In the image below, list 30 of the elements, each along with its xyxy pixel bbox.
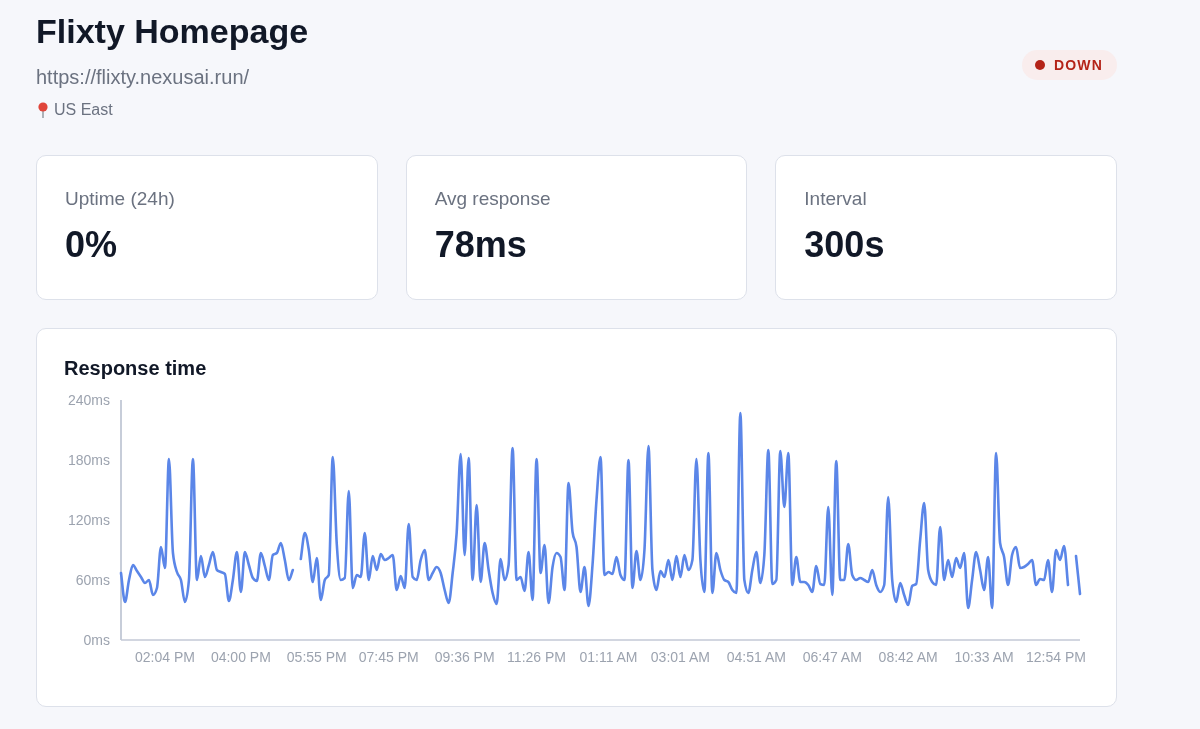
stat-value: 300s xyxy=(804,224,886,266)
y-axis-label: 240ms xyxy=(67,392,110,408)
y-axis-label: 0ms xyxy=(83,632,110,648)
x-axis-label: 08:42 AM xyxy=(878,649,938,665)
x-axis-label: 01:11 AM xyxy=(579,649,638,665)
x-axis-label: 03:01 AM xyxy=(650,649,710,665)
x-axis-label: 05:55 PM xyxy=(286,649,347,665)
stat-value: 78ms xyxy=(434,224,528,266)
x-axis-label: 04:00 PM xyxy=(210,649,271,665)
stat-label: Uptime (24h) xyxy=(65,188,176,210)
x-axis-label: 11:26 PM xyxy=(507,649,566,665)
status-label: DOWN xyxy=(1053,57,1103,73)
x-axis-label: 12:54 PM xyxy=(1026,649,1086,665)
x-axis-label: 10:33 AM xyxy=(954,649,1014,665)
stat-label: Avg response xyxy=(434,188,552,210)
x-axis-label: 07:45 PM xyxy=(358,649,419,665)
stat-value: 0% xyxy=(65,224,119,266)
x-axis-label: 02:04 PM xyxy=(135,649,195,665)
x-axis-label: 09:36 PM xyxy=(434,649,495,665)
region-label: US East xyxy=(54,100,113,120)
monitor-url: https://flixty.nexusai.run/ xyxy=(36,65,251,89)
y-axis-label: 120ms xyxy=(67,512,110,528)
stat-label: Interval xyxy=(804,188,868,210)
page-title: Flixty Homepage xyxy=(36,11,309,51)
y-axis-label: 180ms xyxy=(67,452,110,468)
x-axis-label: 06:47 AM xyxy=(802,649,862,665)
pin-icon xyxy=(38,102,48,118)
y-axis-label: 60ms xyxy=(75,572,110,588)
x-axis-label: 04:51 AM xyxy=(726,649,786,665)
chart-title: Response time xyxy=(64,356,208,380)
